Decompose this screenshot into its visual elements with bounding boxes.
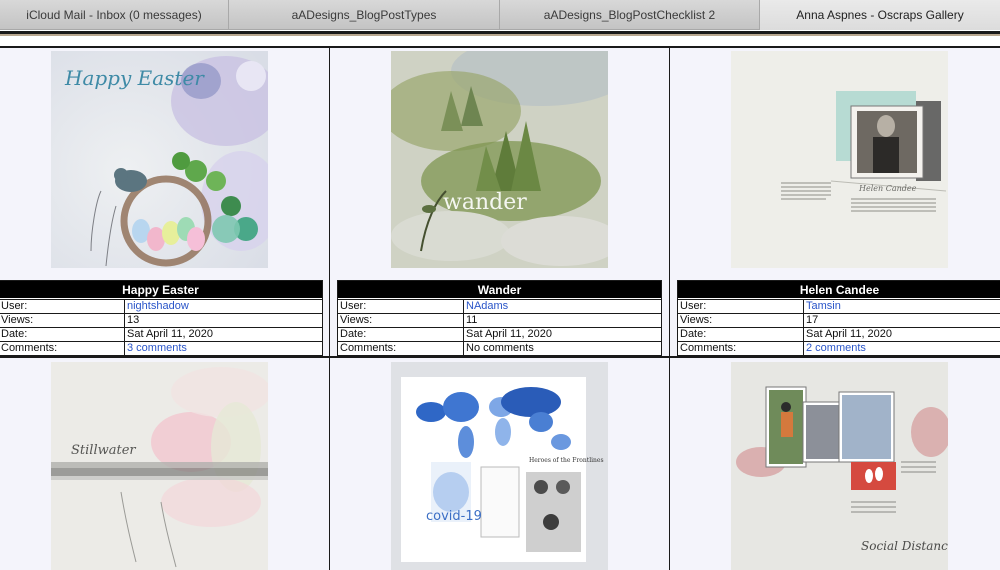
views-value: 11 xyxy=(466,314,478,326)
entry-title: Helen Candee xyxy=(678,281,1000,299)
column-divider xyxy=(329,48,330,570)
gallery-info-table: Wander User: NAdams Views: 11 Date: Sat Apr… xyxy=(337,280,662,356)
user-link[interactable]: NAdams xyxy=(464,300,661,313)
page-header-strip xyxy=(0,34,1000,36)
gallery-thumbnail-helen-candee[interactable]: Helen Candee xyxy=(731,51,948,268)
gallery-thumbnail-social-distancing[interactable]: Social Distancing xyxy=(731,362,948,570)
comments-label: Comments: xyxy=(338,342,464,355)
browser-tab-bar: iCloud Mail - Inbox (0 messages) aADesig… xyxy=(0,0,1000,30)
views-label: Views: xyxy=(678,314,804,327)
date-label: Date: xyxy=(338,328,464,341)
thumbnail-text-2: Heroes of the Frontlines xyxy=(529,457,604,464)
tab-blog-post-types[interactable]: aADesigns_BlogPostTypes xyxy=(229,0,500,30)
comments-value: No comments xyxy=(466,342,534,354)
user-link[interactable]: Tamsin xyxy=(804,300,1000,313)
gallery-thumbnail-covid[interactable]: covid-19 Heroes of the Frontlines xyxy=(391,362,608,570)
gallery-info-table: Helen Candee User: Tamsin Views: 17 Date: S… xyxy=(677,280,1000,356)
tab-icloud-mail[interactable]: iCloud Mail - Inbox (0 messages) xyxy=(0,0,229,30)
user-label: User: xyxy=(0,300,125,313)
views-label: Views: xyxy=(0,314,125,327)
thumbnail-text: Stillwater xyxy=(71,443,136,458)
views-label: Views: xyxy=(338,314,464,327)
entry-title: Happy Easter xyxy=(0,281,322,299)
comments-link[interactable]: 2 comments xyxy=(804,342,1000,355)
gallery-thumbnail-happy-easter[interactable]: Happy Easter xyxy=(51,51,268,268)
date-label: Date: xyxy=(678,328,804,341)
thumbnail-text: Helen Candee xyxy=(858,184,917,193)
date-label: Date: xyxy=(0,328,125,341)
comments-link[interactable]: 3 comments xyxy=(125,342,322,355)
views-value: 17 xyxy=(806,314,819,326)
tab-blog-post-checklist[interactable]: aADesigns_BlogPostChecklist 2 xyxy=(500,0,760,30)
entry-title: Wander xyxy=(338,281,661,299)
comments-label: Comments: xyxy=(678,342,804,355)
row-divider xyxy=(0,356,1000,358)
gallery-info-table: Happy Easter User: nightshadow Views: 13 D… xyxy=(0,280,323,356)
date-value: Sat April 11, 2020 xyxy=(466,328,553,340)
thumbnail-text: covid-19 xyxy=(426,509,482,524)
date-value: Sat April 11, 2020 xyxy=(127,328,214,340)
user-link[interactable]: nightshadow xyxy=(125,300,322,313)
thumbnail-text: Happy Easter xyxy=(64,66,205,90)
table-top-border xyxy=(0,46,1000,48)
tab-oscraps-gallery[interactable]: Anna Aspnes - Oscraps Gallery xyxy=(760,0,1000,30)
gallery-thumbnail-wander[interactable]: wander xyxy=(391,51,608,268)
comments-label: Comments: xyxy=(0,342,125,355)
user-label: User: xyxy=(338,300,464,313)
gallery-thumbnail-stillwater[interactable]: Stillwater xyxy=(51,362,268,570)
thumbnail-text: Social Distancing xyxy=(861,539,948,553)
date-value: Sat April 11, 2020 xyxy=(806,328,893,340)
thumbnail-text: wander xyxy=(443,190,527,215)
user-label: User: xyxy=(678,300,804,313)
column-divider xyxy=(669,48,670,570)
views-value: 13 xyxy=(127,314,140,326)
